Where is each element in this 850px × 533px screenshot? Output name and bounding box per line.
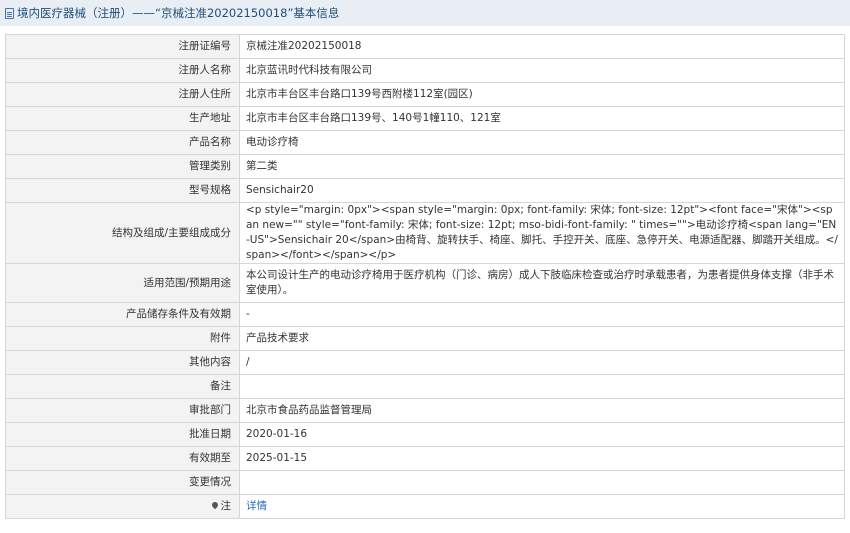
- note-value-cell: 详情: [239, 494, 845, 519]
- row-value: 北京市食品药品监督管理局: [239, 398, 845, 423]
- table-row: 变更情况: [5, 470, 845, 495]
- row-value: 北京蓝讯时代科技有限公司: [239, 58, 845, 83]
- row-value: 电动诊疗椅: [239, 130, 845, 155]
- row-label: 管理类别: [5, 154, 240, 179]
- table-row: 注册人住所 北京市丰台区丰台路口139号西附楼112室(园区): [5, 82, 845, 107]
- table-row: 结构及组成/主要组成成分 <p style="margin: 0px"><spa…: [5, 202, 845, 264]
- info-table: 注册证编号 京械注准20202150018 注册人名称 北京蓝讯时代科技有限公司…: [5, 34, 845, 519]
- row-label: 型号规格: [5, 178, 240, 203]
- table-row: 产品储存条件及有效期 -: [5, 302, 845, 327]
- page-title: 境内医疗器械（注册）——“京械注准20202150018”基本信息: [17, 6, 340, 20]
- row-label: 产品名称: [5, 130, 240, 155]
- page-header: 境内医疗器械（注册）——“京械注准20202150018”基本信息: [0, 0, 850, 26]
- row-label: 有效期至: [5, 446, 240, 471]
- row-label: 适用范围/预期用途: [5, 263, 240, 303]
- row-label: 批准日期: [5, 422, 240, 447]
- row-label: 产品储存条件及有效期: [5, 302, 240, 327]
- table-row: 适用范围/预期用途 本公司设计生产的电动诊疗椅用于医疗机构（门诊、病房）成人下肢…: [5, 263, 845, 303]
- row-value-structure: <p style="margin: 0px"><span style="marg…: [239, 202, 845, 264]
- row-label: 附件: [5, 326, 240, 351]
- row-value: 北京市丰台区丰台路口139号西附楼112室(园区): [239, 82, 845, 107]
- table-row: 有效期至 2025-01-15: [5, 446, 845, 471]
- row-value: 第二类: [239, 154, 845, 179]
- row-label: 生产地址: [5, 106, 240, 131]
- table-row: 备注: [5, 374, 845, 399]
- row-label: 审批部门: [5, 398, 240, 423]
- table-row: 其他内容 /: [5, 350, 845, 375]
- row-label: 备注: [5, 374, 240, 399]
- row-value: /: [239, 350, 845, 375]
- table-row: 审批部门 北京市食品药品监督管理局: [5, 398, 845, 423]
- row-label: 变更情况: [5, 470, 240, 495]
- document-icon: [5, 7, 14, 19]
- row-value: 产品技术要求: [239, 326, 845, 351]
- table-row: 管理类别 第二类: [5, 154, 845, 179]
- row-value: 2020-01-16: [239, 422, 845, 447]
- table-row: 产品名称 电动诊疗椅: [5, 130, 845, 155]
- table-row-note: 注 详情: [5, 494, 845, 519]
- pin-icon: [210, 500, 219, 510]
- row-label: 注册人住所: [5, 82, 240, 107]
- table-row: 生产地址 北京市丰台区丰台路口139号、140号1幢110、121室: [5, 106, 845, 131]
- details-link[interactable]: 详情: [246, 500, 267, 512]
- row-value-usage: 本公司设计生产的电动诊疗椅用于医疗机构（门诊、病房）成人下肢临床检查或治疗时承载…: [239, 263, 845, 303]
- table-row: 注册人名称 北京蓝讯时代科技有限公司: [5, 58, 845, 83]
- row-label: 注册证编号: [5, 34, 240, 59]
- row-value: 2025-01-15: [239, 446, 845, 471]
- row-value: -: [239, 302, 845, 327]
- row-value: [239, 470, 845, 495]
- row-value: 北京市丰台区丰台路口139号、140号1幢110、121室: [239, 106, 845, 131]
- row-label: 结构及组成/主要组成成分: [5, 202, 240, 264]
- row-value: 京械注准20202150018: [239, 34, 845, 59]
- row-label: 注册人名称: [5, 58, 240, 83]
- note-label-cell: 注: [5, 494, 240, 519]
- info-table-body: 注册证编号 京械注准20202150018 注册人名称 北京蓝讯时代科技有限公司…: [5, 34, 845, 519]
- table-row: 批准日期 2020-01-16: [5, 422, 845, 447]
- note-label: 注: [220, 500, 232, 512]
- table-row: 附件 产品技术要求: [5, 326, 845, 351]
- table-row: 注册证编号 京械注准20202150018: [5, 34, 845, 59]
- table-row: 型号规格 Sensichair20: [5, 178, 845, 203]
- row-label: 其他内容: [5, 350, 240, 375]
- row-value: [239, 374, 845, 399]
- row-value: Sensichair20: [239, 178, 845, 203]
